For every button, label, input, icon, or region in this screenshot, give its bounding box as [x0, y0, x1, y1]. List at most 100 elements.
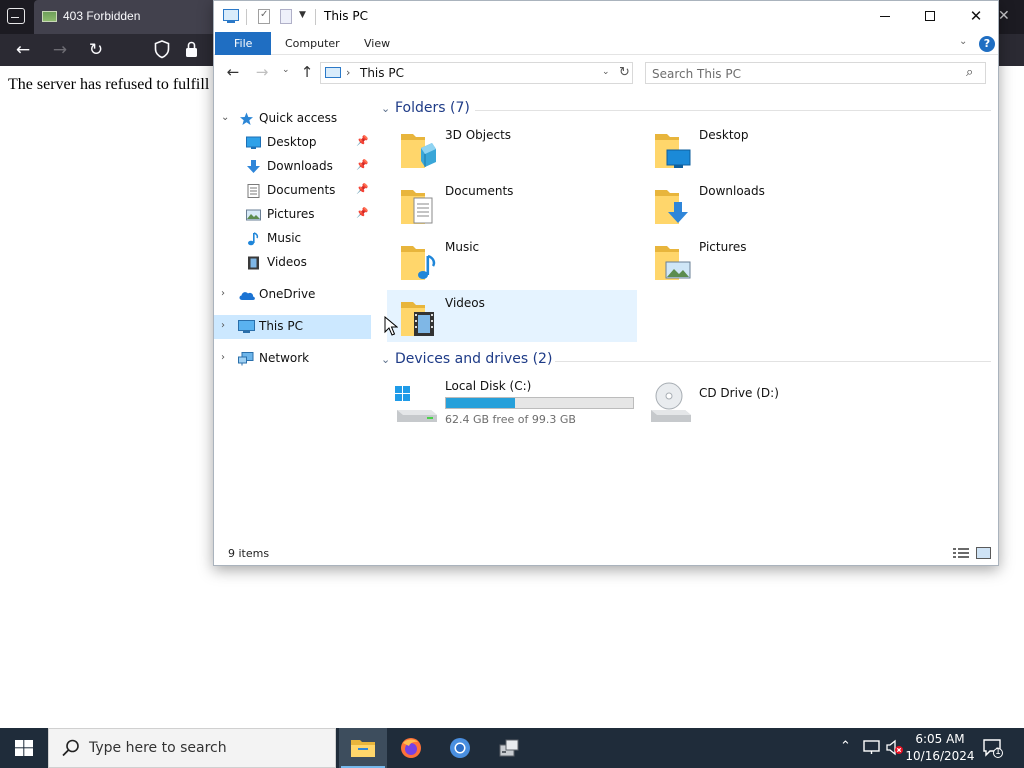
- nav-quick-access[interactable]: ⌄ Quick access: [214, 107, 371, 131]
- folder-name: Pictures: [699, 240, 747, 254]
- start-button[interactable]: [0, 728, 48, 768]
- breadcrumb-chevron-icon[interactable]: ›: [346, 66, 350, 79]
- expand-ribbon-icon[interactable]: ⌄: [959, 36, 967, 47]
- search-icon: [62, 739, 79, 757]
- folder-tile[interactable]: Documents: [387, 178, 637, 230]
- folder-name: Videos: [445, 296, 485, 310]
- lock-icon[interactable]: [184, 41, 199, 58]
- window-title: This PC: [324, 9, 368, 23]
- hard-drive-icon: [395, 386, 437, 422]
- network-status-icon[interactable]: [863, 740, 880, 755]
- drive-tile[interactable]: Local Disk (C:) 62.4 GB free of 99.3 GB: [387, 378, 647, 430]
- browser-tab[interactable]: 403 Forbidden: [34, 0, 224, 34]
- expand-chevron-icon[interactable]: ›: [221, 320, 225, 331]
- content-pane: ⌄ Folders (7) 3D Objects Desktop Documen…: [379, 96, 998, 541]
- status-bar: 9 items: [214, 541, 998, 565]
- address-bar[interactable]: › This PC ⌄ ↻: [320, 62, 633, 84]
- back-icon[interactable]: ←: [224, 63, 242, 81]
- help-icon[interactable]: ?: [979, 36, 995, 52]
- drive-tile[interactable]: CD Drive (D:): [641, 378, 841, 430]
- windows-logo-icon: [15, 740, 33, 756]
- drive-name: CD Drive (D:): [699, 386, 779, 400]
- page-body-text: The server has refused to fulfill: [8, 76, 210, 93]
- details-view-icon[interactable]: [953, 547, 969, 559]
- title-bar: ▼ This PC ✕: [214, 1, 998, 32]
- large-icons-view-icon[interactable]: [976, 547, 991, 559]
- recent-locations-icon[interactable]: ⌄: [282, 65, 290, 75]
- this-pc-icon: [223, 9, 239, 23]
- pictures-icon: [246, 209, 261, 221]
- search-input[interactable]: [652, 66, 952, 81]
- folder-tile[interactable]: Videos: [387, 290, 637, 342]
- file-explorer-taskbar-button[interactable]: [339, 728, 387, 768]
- tab-view[interactable]: View: [350, 32, 404, 55]
- pin-icon: 📌: [356, 184, 369, 195]
- tab-favicon-icon: [42, 11, 57, 22]
- new-folder-icon[interactable]: [280, 9, 292, 24]
- properties-icon[interactable]: [258, 9, 270, 24]
- nav-desktop[interactable]: Desktop 📌: [214, 131, 371, 155]
- folder-tile[interactable]: 3D Objects: [387, 122, 637, 174]
- notification-count: 1: [995, 747, 1001, 757]
- ribbon: File Computer View ⌄ ?: [214, 32, 998, 55]
- tab-computer[interactable]: Computer: [271, 32, 354, 55]
- app-taskbar-button[interactable]: [485, 728, 533, 768]
- show-hidden-icons-icon[interactable]: ⌃: [840, 739, 851, 754]
- expand-chevron-icon[interactable]: ›: [221, 288, 225, 299]
- shield-icon[interactable]: [154, 40, 170, 59]
- up-icon[interactable]: ↑: [298, 63, 316, 81]
- tab-list-icon[interactable]: [7, 8, 25, 24]
- nav-documents[interactable]: Documents 📌: [214, 179, 371, 203]
- chrome-taskbar-button[interactable]: [436, 728, 484, 768]
- expand-chevron-icon[interactable]: ›: [221, 352, 225, 363]
- 3d-objects-folder-icon: [401, 134, 436, 168]
- collapse-chevron-icon[interactable]: ⌄: [221, 112, 229, 123]
- nav-network[interactable]: › Network: [214, 347, 371, 371]
- reload-icon[interactable]: ↻: [86, 40, 106, 60]
- refresh-icon[interactable]: ↻: [619, 65, 630, 80]
- drives-group-header[interactable]: ⌄ Devices and drives (2): [379, 351, 991, 371]
- forward-arrow-icon[interactable]: →: [50, 40, 70, 60]
- mouse-cursor-icon: [384, 316, 398, 336]
- downloads-folder-icon: [655, 190, 688, 224]
- nav-label: Downloads: [267, 159, 333, 173]
- collapse-chevron-icon[interactable]: ⌄: [381, 102, 390, 115]
- browser-close-icon[interactable]: ✕: [998, 8, 1010, 24]
- customize-toolbar-icon[interactable]: ▼: [299, 10, 306, 20]
- notification-center-button[interactable]: 1: [983, 738, 1003, 758]
- nav-videos[interactable]: Videos: [214, 251, 371, 275]
- nav-label: OneDrive: [259, 287, 316, 301]
- clock-date: 10/16/2024: [905, 749, 975, 763]
- nav-pictures[interactable]: Pictures 📌: [214, 203, 371, 227]
- tab-file[interactable]: File: [215, 32, 272, 55]
- nav-this-pc[interactable]: › This PC: [214, 315, 371, 339]
- folder-tile[interactable]: Pictures: [641, 234, 891, 286]
- search-box[interactable]: ⌕: [645, 62, 986, 84]
- address-dropdown-icon[interactable]: ⌄: [602, 67, 610, 77]
- maximize-button[interactable]: [907, 1, 953, 32]
- folder-name: Documents: [445, 184, 514, 198]
- forward-icon[interactable]: →: [253, 63, 271, 81]
- navigation-pane: ⌄ Quick access Desktop 📌 Downloads 📌 Doc…: [214, 101, 374, 541]
- clock[interactable]: 6:05 AM 10/16/2024: [900, 731, 980, 765]
- search-icon[interactable]: ⌕: [966, 65, 973, 80]
- group-divider: [475, 110, 991, 111]
- nav-music[interactable]: Music: [214, 227, 371, 251]
- folder-tile[interactable]: Downloads: [641, 178, 891, 230]
- minimize-button[interactable]: [861, 1, 907, 32]
- folder-tile[interactable]: Music: [387, 234, 637, 286]
- close-button[interactable]: ✕: [953, 1, 998, 32]
- taskbar-search[interactable]: Type here to search: [48, 728, 336, 768]
- back-arrow-icon[interactable]: ←: [13, 40, 33, 60]
- folder-name: Music: [445, 240, 480, 254]
- folder-tile[interactable]: Desktop: [641, 122, 891, 174]
- breadcrumb[interactable]: This PC: [360, 66, 404, 80]
- folder-name: Desktop: [699, 128, 749, 142]
- nav-downloads[interactable]: Downloads 📌: [214, 155, 371, 179]
- folders-group-header[interactable]: ⌄ Folders (7): [379, 100, 991, 120]
- drive-name: Local Disk (C:): [445, 379, 532, 393]
- collapse-chevron-icon[interactable]: ⌄: [381, 353, 390, 366]
- nav-onedrive[interactable]: › OneDrive: [214, 283, 371, 307]
- firefox-taskbar-button[interactable]: [387, 728, 435, 768]
- desktop-folder-icon: [655, 134, 691, 168]
